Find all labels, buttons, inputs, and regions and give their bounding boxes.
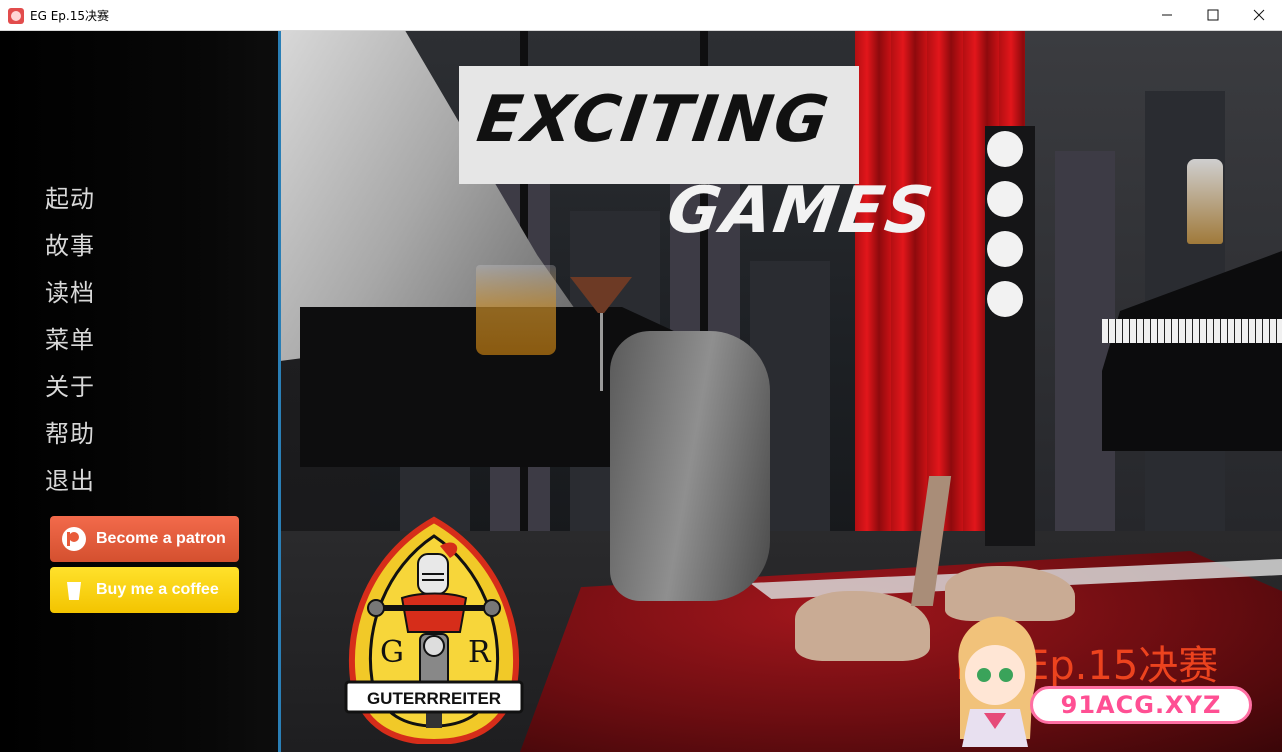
maximize-button[interactable] xyxy=(1190,0,1236,30)
minimize-button[interactable] xyxy=(1144,0,1190,30)
watermark-badge: 91ACG.XYZ xyxy=(1030,686,1252,724)
menu-item-about[interactable]: 关于 xyxy=(45,369,95,416)
buy-coffee-button[interactable]: Buy me a coffee xyxy=(50,567,239,613)
coffee-cup-icon xyxy=(62,578,86,602)
close-icon xyxy=(1253,9,1265,21)
window-title-bar[interactable]: EG Ep.15决赛 xyxy=(0,0,1282,31)
mascot-illustration xyxy=(958,616,1037,747)
close-button[interactable] xyxy=(1236,0,1282,30)
buy-coffee-label: Buy me a coffee xyxy=(96,581,219,598)
bottle xyxy=(1187,159,1223,244)
speaker xyxy=(985,126,1035,546)
app-icon xyxy=(8,8,24,24)
menu-item-story[interactable]: 故事 xyxy=(45,228,95,275)
badge-letter-left: G xyxy=(380,635,404,670)
window-title: EG Ep.15决赛 xyxy=(30,9,109,23)
minimize-icon xyxy=(1162,14,1172,16)
logo-title-line1: EXCITING xyxy=(472,83,835,157)
logo-title-line2: GAMES xyxy=(662,174,939,248)
main-menu: 起动 故事 读档 菜单 关于 帮助 退出 xyxy=(45,181,95,510)
dress-cloth xyxy=(610,331,770,601)
become-patron-label: Become a patron xyxy=(96,530,226,547)
become-patron-button[interactable]: Become a patron xyxy=(50,516,239,562)
maximize-icon xyxy=(1207,9,1219,21)
whisky-glass xyxy=(476,265,556,355)
menu-item-help[interactable]: 帮助 xyxy=(45,416,95,463)
badge-banner-text: GUTERRREITER xyxy=(367,689,501,708)
menu-item-preferences[interactable]: 菜单 xyxy=(45,322,95,369)
menu-item-load[interactable]: 读档 xyxy=(45,275,95,322)
menu-item-start[interactable]: 起动 xyxy=(45,181,95,228)
game-screen: EXCITING GAMES 起动 故事 读档 菜单 关于 帮助 退出 Beco… xyxy=(0,31,1282,752)
badge-letter-right: R xyxy=(468,635,492,670)
main-menu-sidebar: 起动 故事 读档 菜单 关于 帮助 退出 Become a patron Buy… xyxy=(0,31,278,752)
menu-item-quit[interactable]: 退出 xyxy=(45,463,95,510)
sidebar-divider xyxy=(278,31,281,752)
guterreiter-badge[interactable]: G R GUTERRREITER xyxy=(340,516,528,744)
patreon-icon xyxy=(62,527,86,551)
